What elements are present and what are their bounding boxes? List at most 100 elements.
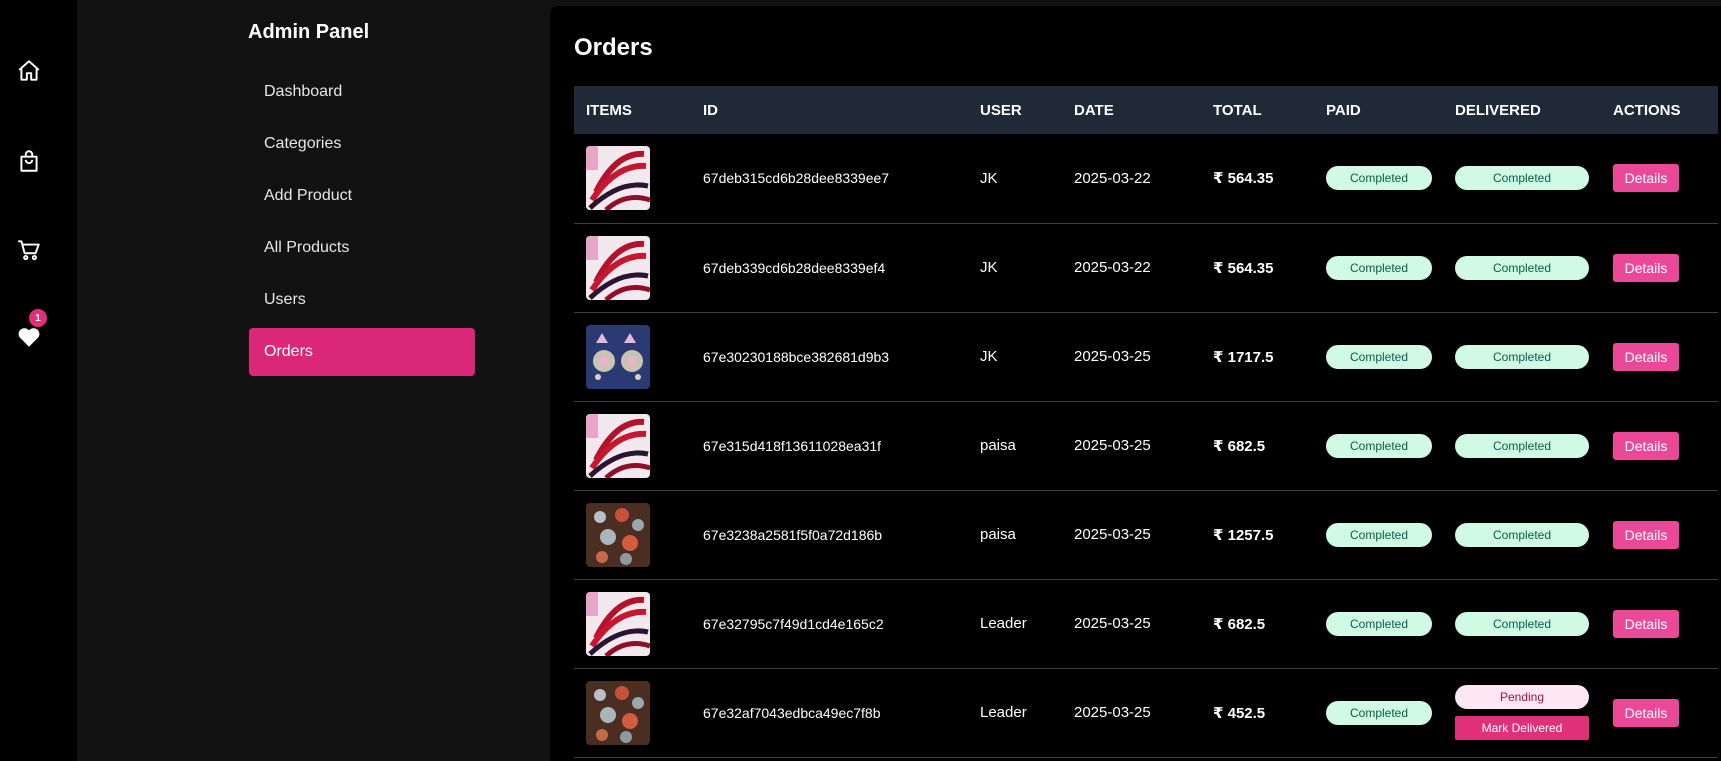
- column-header-items: ITEMS: [586, 101, 632, 119]
- order-date: 2025-03-25: [1062, 668, 1201, 758]
- cart-icon[interactable]: [14, 235, 44, 265]
- order-user: Leader: [968, 668, 1062, 758]
- table-row: 67e32795c7f49d1cd4e165c2 Leader 2025-03-25…: [574, 579, 1718, 669]
- delivered-cell: Completed: [1443, 579, 1601, 669]
- delivered-cell: Completed: [1443, 312, 1601, 402]
- paid-status-badge: Completed: [1326, 344, 1432, 369]
- product-thumbnail: [586, 324, 650, 389]
- order-total: ₹ 1257.5: [1201, 490, 1314, 580]
- orders-table-body: 67deb315cd6b28dee8339ee7 JK 2025-03-22 ₹ 56…: [574, 134, 1718, 758]
- table-row: 67e30230188bce382681d9b3 JK 2025-03-25 ₹ 17…: [574, 312, 1718, 402]
- paid-cell: Completed: [1314, 223, 1443, 313]
- order-date: 2025-03-22: [1062, 223, 1201, 313]
- product-thumbnail: [586, 591, 650, 656]
- items-cell: [574, 579, 691, 669]
- shopping-bag-icon[interactable]: [14, 146, 44, 176]
- order-date: 2025-03-25: [1062, 490, 1201, 580]
- paid-status-badge: Completed: [1326, 255, 1432, 280]
- paid-cell: Completed: [1314, 401, 1443, 491]
- column-header-user: USER: [980, 101, 1022, 119]
- delivered-cell: Completed: [1443, 490, 1601, 580]
- app: 1 Admin Panel Dashboard Categories Add P…: [0, 0, 1721, 761]
- paid-cell: Completed: [1314, 579, 1443, 669]
- favorites-count-badge: 1: [29, 309, 47, 327]
- home-icon[interactable]: [14, 56, 44, 86]
- actions-cell: Details: [1601, 579, 1718, 669]
- paid-cell: Completed: [1314, 490, 1443, 580]
- delivered-status-badge: Completed: [1455, 611, 1589, 636]
- details-button[interactable]: Details: [1613, 698, 1679, 727]
- menu-item-users[interactable]: Users: [249, 276, 475, 324]
- items-cell: [574, 401, 691, 491]
- order-user: JK: [968, 312, 1062, 402]
- orders-table: ITEMS ID USER DATE TOTAL PAID DELIVERED …: [574, 86, 1718, 758]
- order-date: 2025-03-25: [1062, 579, 1201, 669]
- delivered-cell: Completed: [1443, 134, 1601, 224]
- order-date: 2025-03-25: [1062, 401, 1201, 491]
- order-user: JK: [968, 134, 1062, 224]
- paid-status-badge: Completed: [1326, 433, 1432, 458]
- items-cell: [574, 223, 691, 313]
- table-row: 67e32af7043edbca49ec7f8b Leader 2025-03-25…: [574, 668, 1718, 758]
- paid-status-badge: Completed: [1326, 522, 1432, 547]
- page-title: Orders: [574, 34, 653, 61]
- details-button[interactable]: Details: [1613, 164, 1679, 193]
- menu-item-add-product[interactable]: Add Product: [249, 172, 475, 220]
- product-thumbnail: [586, 146, 650, 211]
- actions-cell: Details: [1601, 134, 1718, 224]
- items-cell: [574, 134, 691, 224]
- order-id: 67e32795c7f49d1cd4e165c2: [691, 579, 968, 669]
- order-id: 67e315d418f13611028ea31f: [691, 401, 968, 491]
- actions-cell: Details: [1601, 490, 1718, 580]
- items-cell: [574, 668, 691, 758]
- column-header-total: TOTAL: [1213, 101, 1262, 119]
- delivered-status-badge: Pending: [1455, 685, 1589, 709]
- order-user: paisa: [968, 401, 1062, 491]
- details-button[interactable]: Details: [1613, 431, 1679, 460]
- items-cell: [574, 490, 691, 580]
- admin-panel-title: Admin Panel: [248, 21, 370, 43]
- details-button[interactable]: Details: [1613, 609, 1679, 638]
- delivered-status-badge: Completed: [1455, 166, 1589, 191]
- column-header-id: ID: [703, 101, 718, 119]
- product-thumbnail: [586, 502, 650, 567]
- product-thumbnail: [586, 235, 650, 300]
- details-button[interactable]: Details: [1613, 342, 1679, 371]
- menu-item-orders[interactable]: Orders: [249, 328, 475, 376]
- delivered-status-badge: Completed: [1455, 255, 1589, 280]
- details-button[interactable]: Details: [1613, 253, 1679, 282]
- delivered-status-badge: Completed: [1455, 522, 1589, 547]
- order-date: 2025-03-25: [1062, 312, 1201, 402]
- order-total: ₹ 452.5: [1201, 668, 1314, 758]
- actions-cell: Details: [1601, 401, 1718, 491]
- details-button[interactable]: Details: [1613, 520, 1679, 549]
- paid-cell: Completed: [1314, 134, 1443, 224]
- table-row: 67e3238a2581f5f0a72d186b paisa 2025-03-25 ₹…: [574, 490, 1718, 580]
- order-total: ₹ 682.5: [1201, 401, 1314, 491]
- order-id: 67deb339cd6b28dee8339ef4: [691, 223, 968, 313]
- icon-rail: 1: [0, 0, 77, 761]
- paid-status-badge: Completed: [1326, 700, 1432, 725]
- order-id: 67e32af7043edbca49ec7f8b: [691, 668, 968, 758]
- delivered-cell: Completed: [1443, 401, 1601, 491]
- order-date: 2025-03-22: [1062, 134, 1201, 224]
- order-user: Leader: [968, 579, 1062, 669]
- menu-item-all-products[interactable]: All Products: [249, 224, 475, 272]
- menu-item-categories[interactable]: Categories: [249, 120, 475, 168]
- order-id: 67deb315cd6b28dee8339ee7: [691, 134, 968, 224]
- actions-cell: Details: [1601, 223, 1718, 313]
- order-id: 67e3238a2581f5f0a72d186b: [691, 490, 968, 580]
- table-row: 67deb315cd6b28dee8339ee7 JK 2025-03-22 ₹ 56…: [574, 134, 1718, 224]
- mark-delivered-button[interactable]: Mark Delivered: [1455, 716, 1589, 740]
- delivered-status-badge: Completed: [1455, 344, 1589, 369]
- menu-item-dashboard[interactable]: Dashboard: [249, 68, 475, 116]
- column-header-actions: ACTIONS: [1613, 101, 1681, 119]
- order-total: ₹ 1717.5: [1201, 312, 1314, 402]
- paid-status-badge: Completed: [1326, 611, 1432, 636]
- order-user: paisa: [968, 490, 1062, 580]
- delivered-cell: Pending Mark Delivered: [1443, 668, 1601, 758]
- table-row: 67deb339cd6b28dee8339ef4 JK 2025-03-22 ₹ 56…: [574, 223, 1718, 313]
- delivered-status-badge: Completed: [1455, 433, 1589, 458]
- product-thumbnail: [586, 413, 650, 478]
- column-header-date: DATE: [1074, 101, 1114, 119]
